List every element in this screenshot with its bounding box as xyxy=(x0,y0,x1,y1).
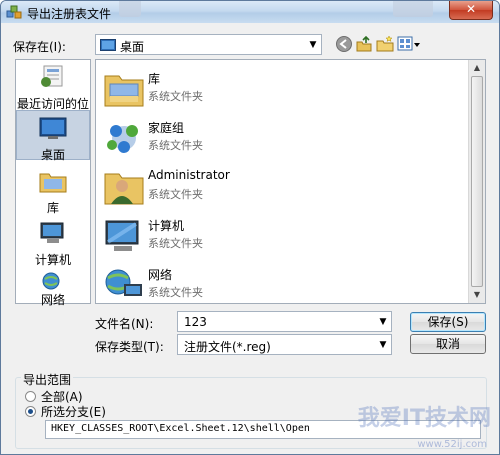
file-name: 库 xyxy=(148,72,161,86)
save-button[interactable]: 保存(S) xyxy=(410,312,486,332)
file-name: 计算机 xyxy=(148,219,185,233)
filename-label: 文件名(N): xyxy=(95,317,154,331)
window-title: 导出注册表文件 xyxy=(27,7,112,21)
look-in-label: 保存在(I): xyxy=(13,40,66,54)
export-range-title: 导出范围 xyxy=(21,371,74,388)
file-name: 网络 xyxy=(148,268,173,282)
close-icon: ✕ xyxy=(465,2,477,16)
look-in-value: 桌面 xyxy=(120,40,145,54)
file-type: 系统文件夹 xyxy=(148,286,203,299)
desktop-icon xyxy=(100,39,116,51)
chevron-down-icon[interactable]: ▼ xyxy=(375,312,391,331)
background-tab xyxy=(393,1,433,17)
radio-selected-branch[interactable] xyxy=(25,406,36,417)
chevron-down-icon[interactable]: ▼ xyxy=(305,35,321,54)
scrollbar-thumb[interactable] xyxy=(471,76,483,287)
places-item-label: 计算机 xyxy=(34,253,71,267)
list-item[interactable]: 网络 系统文件夹 xyxy=(100,260,400,308)
places-item-recent[interactable]: 最近访问的位置 xyxy=(16,64,90,128)
radio-branch-label[interactable]: 所选分支(E) xyxy=(41,403,106,420)
places-item-computer[interactable]: 计算机 xyxy=(16,220,90,267)
watermark-logo: 我爱IT技术网 xyxy=(357,406,491,431)
up-folder-icon[interactable] xyxy=(355,35,373,53)
background-tab xyxy=(119,1,141,17)
places-item-library[interactable]: 库 xyxy=(16,168,90,215)
places-item-network[interactable]: 网络 xyxy=(16,272,90,307)
network-icon xyxy=(105,269,142,296)
places-bar: 最近访问的位置 桌面 库 计算机 xyxy=(15,59,91,307)
library-icon xyxy=(39,173,67,193)
places-item-desktop[interactable]: 桌面 xyxy=(16,110,90,162)
list-item[interactable]: 计算机 系统文件夹 xyxy=(100,211,400,259)
view-menu-icon[interactable] xyxy=(397,35,421,53)
chevron-down-icon[interactable]: ▼ xyxy=(375,335,391,354)
desktop-icon xyxy=(39,117,67,139)
cancel-button[interactable]: 取消 xyxy=(410,334,486,354)
look-in-combo[interactable]: 桌面 ▼ xyxy=(95,34,322,55)
scroll-up-icon[interactable]: ▲ xyxy=(470,61,484,75)
filetype-select[interactable]: 注册文件(*.reg) ▼ xyxy=(177,334,392,355)
vertical-scrollbar[interactable]: ▲ ▼ xyxy=(468,60,485,303)
branch-path-value: HKEY_CLASSES_ROOT\Excel.Sheet.12\shell\O… xyxy=(51,423,310,434)
places-item-label: 网络 xyxy=(40,293,65,307)
scroll-down-icon[interactable]: ▼ xyxy=(470,288,484,302)
regedit-icon xyxy=(6,5,22,19)
export-registry-dialog: 导出注册表文件 ✕ 保存在(I): 桌面 ▼ 最近访问的位 桌面 库 计算机 网… xyxy=(0,0,500,455)
list-item[interactable]: 家庭组 系统文件夹 xyxy=(100,113,400,161)
new-folder-icon[interactable] xyxy=(376,35,394,53)
file-name: 家庭组 xyxy=(148,121,185,135)
user-folder-icon xyxy=(104,173,144,205)
file-type: 系统文件夹 xyxy=(148,188,203,201)
file-type: 系统文件夹 xyxy=(148,90,203,103)
computer-icon xyxy=(105,220,139,251)
recent-places-icon xyxy=(41,65,63,87)
computer-icon xyxy=(40,222,64,243)
places-item-label: 桌面 xyxy=(40,148,65,162)
title-bar[interactable]: 导出注册表文件 ✕ xyxy=(1,1,499,23)
filetype-label: 保存类型(T): xyxy=(95,340,164,354)
file-list[interactable]: 库 系统文件夹 家庭组 系统文件夹 Administrator 系统文件夹 计算… xyxy=(95,59,486,304)
close-button[interactable]: ✕ xyxy=(449,1,493,20)
homegroup-icon xyxy=(107,125,138,153)
list-item[interactable]: Administrator 系统文件夹 xyxy=(100,162,400,210)
file-type: 系统文件夹 xyxy=(148,237,203,250)
network-icon xyxy=(42,272,60,290)
watermark-url: www.52ij.com xyxy=(417,439,487,450)
file-type: 系统文件夹 xyxy=(148,139,203,152)
filename-input[interactable]: 123 ▼ xyxy=(177,311,392,332)
radio-all[interactable] xyxy=(25,391,36,402)
library-icon xyxy=(104,75,144,107)
filename-value: 123 xyxy=(184,315,207,329)
filetype-value: 注册文件(*.reg) xyxy=(184,340,271,354)
back-icon[interactable] xyxy=(335,35,353,53)
file-name: Administrator xyxy=(148,168,230,182)
places-item-label: 库 xyxy=(46,201,59,215)
list-item[interactable]: 库 系统文件夹 xyxy=(100,64,400,112)
